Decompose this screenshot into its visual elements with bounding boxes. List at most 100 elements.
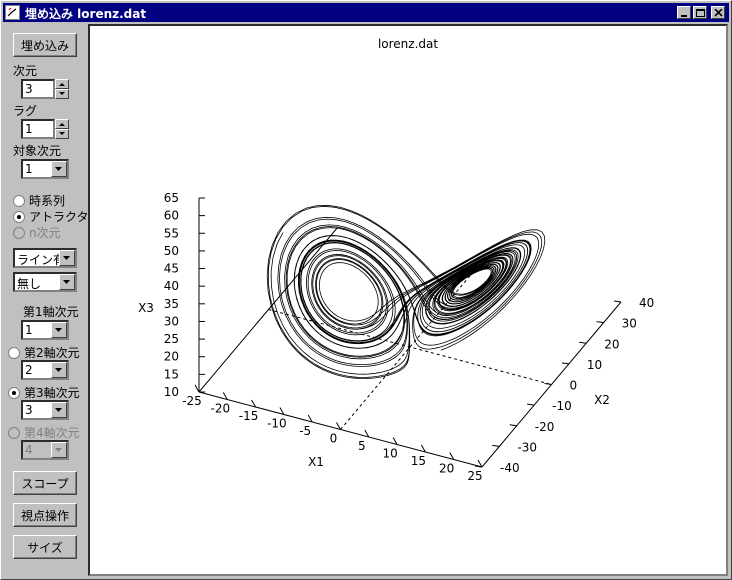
x-tick-label: 5 xyxy=(358,439,366,453)
z-tick-label: 25 xyxy=(164,332,179,346)
app-icon[interactable] xyxy=(5,5,20,20)
z-tick-label: 65 xyxy=(164,191,179,205)
target-dim-value: 1 xyxy=(25,162,33,176)
y-tick-label: 40 xyxy=(639,296,654,310)
chart-title: lorenz.dat xyxy=(378,37,438,51)
x-tick-label: -25 xyxy=(182,394,202,408)
lag-spinner[interactable]: 1 xyxy=(21,119,69,139)
axis2-value: 2 xyxy=(25,363,33,377)
y-tick-label: 30 xyxy=(622,317,637,331)
y-tick xyxy=(613,300,622,303)
axis4-value: 4 xyxy=(25,443,33,457)
axis4-select: 4 xyxy=(21,440,69,460)
axis3-select[interactable]: 3 xyxy=(21,400,69,420)
lag-field[interactable]: 1 xyxy=(21,119,55,139)
chevron-down-icon[interactable] xyxy=(51,322,67,338)
z-tick-label: 50 xyxy=(164,244,179,258)
x-tick xyxy=(194,384,200,393)
lag-up-button[interactable] xyxy=(55,119,69,129)
radio-axis4: 第4軸次元 xyxy=(8,424,80,441)
radio-dot[interactable] xyxy=(13,211,25,223)
window-title: 埋め込み lorenz.dat xyxy=(25,7,147,21)
z-tick-label: 15 xyxy=(164,367,179,381)
y-tick xyxy=(527,403,535,406)
axis2-select[interactable]: 2 xyxy=(21,360,69,380)
maximize-button[interactable] xyxy=(693,6,707,19)
close-button[interactable] xyxy=(711,6,725,19)
lorenz-3d-plot[interactable]: lorenz.dat -25 -20 -15 -10 -5 0 5 10 15 20 25 -40 -30… xyxy=(90,26,726,574)
app-window: 埋め込み lorenz.dat 埋め込み 次元 3 ラグ 1 対象次元 1 時系… xyxy=(0,0,732,580)
y-tick xyxy=(596,321,604,324)
control-panel: 埋め込み 次元 3 ラグ 1 対象次元 1 時系列 アトラクタ n次元 ライン有 xyxy=(3,23,89,577)
radio-attractor[interactable]: アトラクタ xyxy=(13,208,89,225)
marker-select[interactable]: 無し xyxy=(13,272,77,292)
dimension-down-button[interactable] xyxy=(55,89,69,99)
view-operation-button[interactable]: 視点操作 xyxy=(13,503,77,527)
radio-attractor-label: アトラクタ xyxy=(29,210,89,224)
radio-dot xyxy=(13,227,25,239)
line-select[interactable]: ライン有 xyxy=(13,248,77,268)
x-tick-label: -10 xyxy=(267,417,287,431)
radio-timeseries-label: 時系列 xyxy=(29,194,66,208)
radio-dot[interactable] xyxy=(8,347,20,359)
y-tick-label: 0 xyxy=(570,379,578,393)
line-select-value: ライン有 xyxy=(17,253,66,267)
z-tick-label: 10 xyxy=(164,385,179,399)
z-tick-label: 20 xyxy=(164,350,179,364)
z-tick-label: 45 xyxy=(164,262,179,276)
minimize-button[interactable] xyxy=(677,6,691,19)
x-tick-label: 25 xyxy=(467,469,482,483)
chevron-down-icon[interactable] xyxy=(51,161,67,177)
axis3-label: 第3軸次元 xyxy=(24,386,80,400)
x-tick-label: 10 xyxy=(382,447,397,461)
radio-dot xyxy=(8,427,20,439)
radio-timeseries[interactable]: 時系列 xyxy=(13,192,65,209)
y-tick-label: 20 xyxy=(604,337,619,351)
lag-label: ラグ xyxy=(13,104,38,118)
y-tick-label: -10 xyxy=(552,399,572,413)
x-tick-label: 0 xyxy=(330,432,338,446)
scope-button[interactable]: スコープ xyxy=(13,471,77,495)
chevron-down-icon[interactable] xyxy=(51,402,67,418)
radio-ndim-label: n次元 xyxy=(29,226,61,240)
y-tick xyxy=(561,362,569,365)
chevron-down-icon[interactable] xyxy=(59,274,75,290)
axis1-select[interactable]: 1 xyxy=(21,320,69,340)
embed-button[interactable]: 埋め込み xyxy=(13,33,77,57)
x-tick-label: -20 xyxy=(210,402,230,416)
axis1-value: 1 xyxy=(25,323,33,337)
dimension-spinner[interactable]: 3 xyxy=(21,79,69,99)
dimension-field[interactable]: 3 xyxy=(21,79,55,99)
y-axis-label: X2 xyxy=(594,393,610,407)
x-tick-label: -5 xyxy=(299,424,311,438)
chevron-down-icon[interactable] xyxy=(51,362,67,378)
y-tick xyxy=(492,444,500,447)
size-button[interactable]: サイズ xyxy=(13,535,77,559)
radio-axis3[interactable]: 第3軸次元 xyxy=(8,384,80,401)
chevron-down-icon[interactable] xyxy=(59,250,75,266)
radio-dot[interactable] xyxy=(8,387,20,399)
title-bar[interactable]: 埋め込み lorenz.dat xyxy=(3,3,729,22)
axis3-value: 3 xyxy=(25,403,33,417)
radio-dot[interactable] xyxy=(13,195,25,207)
z-tick-label: 35 xyxy=(164,297,179,311)
y-tick-label: 10 xyxy=(587,358,602,372)
z-tick-label: 60 xyxy=(164,209,179,223)
marker-select-value: 無し xyxy=(17,277,42,291)
target-dim-label: 対象次元 xyxy=(13,144,62,158)
y-tick xyxy=(544,383,552,385)
x-tick-label: 20 xyxy=(439,462,454,476)
plot-area[interactable]: lorenz.dat -25 -20 -15 -10 -5 0 5 10 15 20 25 -40 -30… xyxy=(88,24,728,576)
z-tick-label: 55 xyxy=(164,226,179,240)
dimension-up-button[interactable] xyxy=(55,79,69,89)
z-axis-label: X3 xyxy=(138,301,154,315)
attractor-trajectory xyxy=(266,204,546,379)
target-dim-select[interactable]: 1 xyxy=(21,159,69,179)
y-tick-label: -40 xyxy=(500,461,520,475)
radio-axis2[interactable]: 第2軸次元 xyxy=(8,344,80,361)
y-tick xyxy=(509,424,517,427)
lag-down-button[interactable] xyxy=(55,129,69,139)
x-tick-label: 15 xyxy=(411,454,426,468)
axis4-label: 第4軸次元 xyxy=(24,426,80,440)
y-tick-label: -30 xyxy=(517,440,537,454)
